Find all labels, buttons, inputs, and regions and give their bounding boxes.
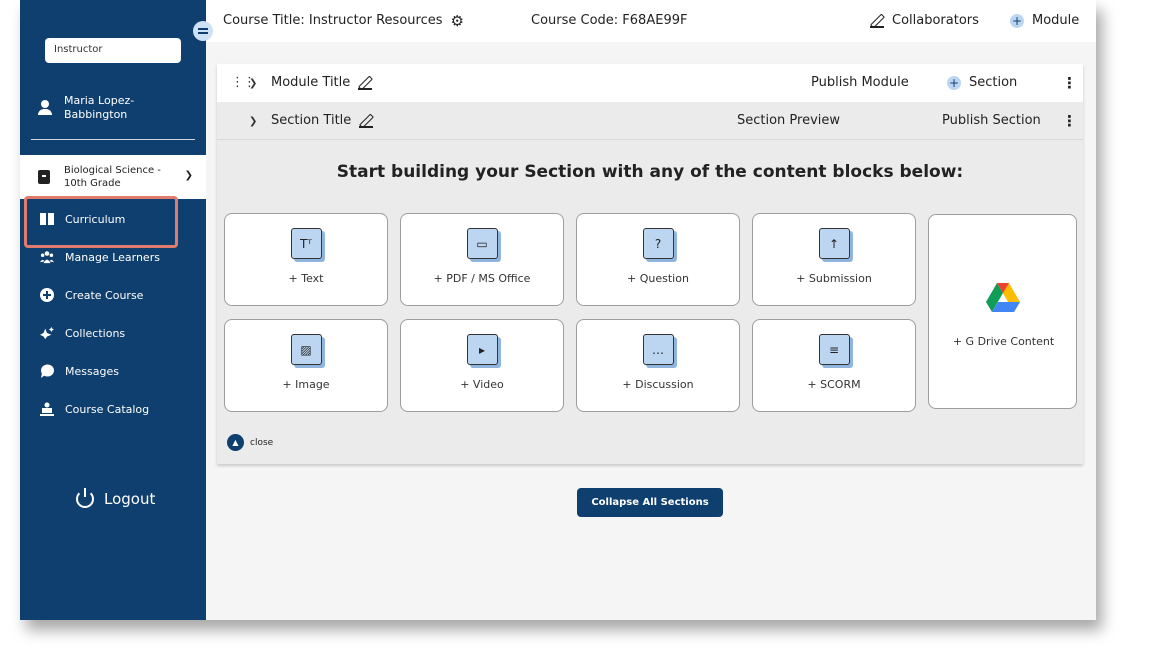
block-label: + Image xyxy=(282,378,330,391)
block-label: + PDF / MS Office xyxy=(433,272,531,285)
collapse-all-sections-button[interactable]: Collapse All Sections xyxy=(577,488,723,517)
sidebar-item-collections[interactable]: Collections xyxy=(20,314,206,352)
sidebar-item-create-course[interactable]: Create Course xyxy=(20,276,206,314)
sidebar-item-label: Collections xyxy=(65,326,126,340)
users-icon xyxy=(40,250,54,264)
close-blocks-button[interactable]: ▲ close xyxy=(227,434,273,451)
chevron-down-icon: ❯ xyxy=(184,170,193,181)
sidebar-divider xyxy=(31,139,195,140)
sidebar-item-course-catalog[interactable]: Course Catalog xyxy=(20,390,206,428)
course-title: Course Title: Instructor Resources ⚙ xyxy=(223,13,464,28)
sidebar-item-label: Messages xyxy=(65,364,119,378)
course-select-label: Biological Science - 10th Grade xyxy=(64,165,161,189)
chevron-up-icon: ▲ xyxy=(227,434,244,451)
block-label: + Discussion xyxy=(622,378,694,391)
publish-module-button[interactable]: Publish Module xyxy=(811,75,909,90)
chevron-down-icon[interactable]: ❯ xyxy=(249,116,257,127)
course-code: Course Code: F68AE99F xyxy=(531,13,688,28)
module-header: ⋮⋮ ❯ Module Title Publish Module + Secti… xyxy=(217,64,1083,102)
google-drive-icon xyxy=(986,283,1020,312)
pencil-icon[interactable] xyxy=(359,114,374,128)
sparkles-icon xyxy=(40,326,54,340)
section-title[interactable]: Section Title xyxy=(271,113,381,128)
pencil-icon[interactable] xyxy=(358,76,373,90)
block-label: + SCORM xyxy=(807,378,861,391)
more-options-icon[interactable]: ⋮ xyxy=(1062,75,1077,91)
app-window: Instructor Maria Lopez-Babbington Biolog… xyxy=(20,0,1096,620)
module-title[interactable]: Module Title xyxy=(271,75,380,90)
section-heading: Start building your Section with any of … xyxy=(336,162,964,182)
module-title-text: Module Title xyxy=(271,75,351,90)
discussion-icon: … xyxy=(642,334,674,365)
add-section-label: Section xyxy=(969,75,1018,90)
upload-cloud-icon: ↑ xyxy=(818,228,850,259)
folder-icon: ▭ xyxy=(466,228,498,259)
block-label: + Text xyxy=(288,272,324,285)
gear-icon[interactable]: ⚙ xyxy=(450,13,464,28)
video-block-button[interactable]: ▸ + Video xyxy=(400,319,564,412)
sidebar-item-label: Course Catalog xyxy=(65,402,150,416)
logout-button[interactable]: Logout xyxy=(76,488,156,508)
course-select[interactable]: Biological Science - 10th Grade ❯ xyxy=(20,155,206,199)
text-icon: Tᵀ xyxy=(290,228,322,259)
sidebar-item-label: Create Course xyxy=(65,288,144,302)
plus-circle-icon xyxy=(40,288,54,302)
gdrive-block-button[interactable]: + G Drive Content xyxy=(928,214,1077,409)
publish-section-button[interactable]: Publish Section xyxy=(942,113,1041,128)
block-label: + Submission xyxy=(796,272,872,285)
add-module-label: Module xyxy=(1032,13,1080,28)
add-module-button[interactable]: + Module xyxy=(1010,13,1079,28)
sidebar-item-label: Manage Learners xyxy=(65,250,160,264)
collaborators-button[interactable]: Collaborators xyxy=(870,13,979,28)
section-header: ❯ Section Title Section Preview Publish … xyxy=(217,102,1083,140)
discussion-block-button[interactable]: … + Discussion xyxy=(576,319,740,412)
block-label: + Video xyxy=(460,378,504,391)
course-header: Course Title: Instructor Resources ⚙ Cou… xyxy=(206,0,1096,42)
collaborators-label: Collaborators xyxy=(892,13,979,28)
more-options-icon[interactable]: ⋮ xyxy=(1062,113,1077,129)
chevron-down-icon[interactable]: ❯ xyxy=(249,78,257,89)
logout-label: Logout xyxy=(104,490,156,508)
section-preview-button[interactable]: Section Preview xyxy=(737,113,840,128)
block-label: + Question xyxy=(627,272,689,285)
question-icon: ? xyxy=(642,228,674,259)
pencil-icon xyxy=(870,14,884,28)
sidebar-item-messages[interactable]: Messages xyxy=(20,352,206,390)
pdf-block-button[interactable]: ▭ + PDF / MS Office xyxy=(400,213,564,306)
power-icon xyxy=(76,488,94,508)
user-icon xyxy=(38,100,52,116)
sidebar: Instructor Maria Lopez-Babbington Biolog… xyxy=(20,0,206,620)
role-select[interactable]: Instructor xyxy=(45,38,181,63)
close-label: close xyxy=(250,437,274,448)
user-profile[interactable]: Maria Lopez-Babbington xyxy=(38,94,154,122)
course-title-text: Course Title: Instructor Resources xyxy=(223,13,443,28)
plus-icon: + xyxy=(1010,13,1024,28)
block-label: + G Drive Content xyxy=(952,335,1055,348)
text-block-button[interactable]: Tᵀ + Text xyxy=(224,213,388,306)
notebook-icon xyxy=(38,170,50,184)
catalog-icon xyxy=(40,402,54,416)
add-section-button[interactable]: + Section xyxy=(947,75,1017,90)
scorm-icon: ≡ xyxy=(818,334,850,365)
section-title-text: Section Title xyxy=(271,113,352,128)
module-card: ⋮ ⋮ ❯ Module Title Publish Module + Secti… xyxy=(217,64,1083,464)
scorm-block-button[interactable]: ≡ + SCORM xyxy=(752,319,916,412)
image-block-button[interactable]: ▨ + Image xyxy=(224,319,388,412)
sidebar-toggle-button[interactable] xyxy=(193,21,213,41)
user-name: Maria Lopez-Babbington xyxy=(64,94,135,121)
main-area: Course Title: Instructor Resources ⚙ Cou… xyxy=(206,0,1096,620)
content-area: ⋮ ⋮ ❯ Module Title Publish Module + Secti… xyxy=(206,42,1096,620)
video-icon: ▸ xyxy=(466,334,498,365)
image-icon: ▨ xyxy=(290,334,322,365)
plus-icon: + xyxy=(947,75,961,90)
curriculum-highlight xyxy=(24,196,178,248)
chat-bubble-icon xyxy=(40,364,54,378)
question-block-button[interactable]: ? + Question xyxy=(576,213,740,306)
submission-block-button[interactable]: ↑ + Submission xyxy=(752,213,916,306)
